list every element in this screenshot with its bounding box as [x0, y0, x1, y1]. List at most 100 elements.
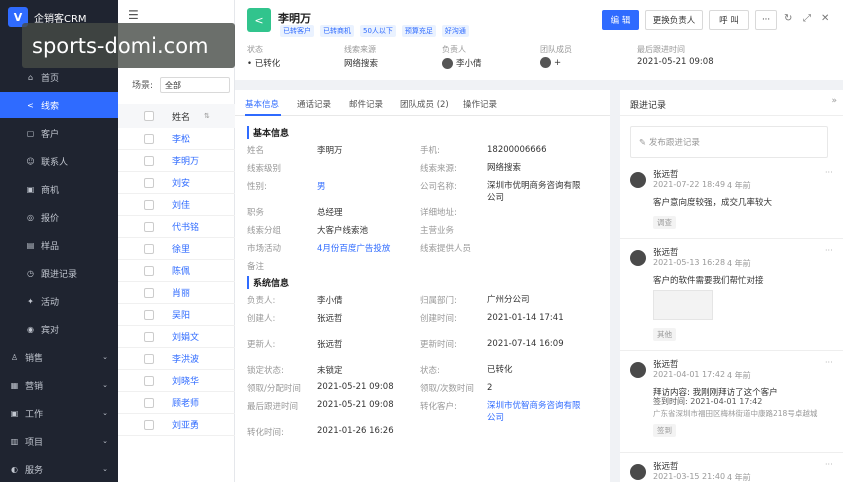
row-checkbox[interactable]	[144, 288, 154, 298]
select-all-checkbox[interactable]	[144, 111, 154, 121]
tab-email-records[interactable]: 邮件记录	[349, 98, 383, 110]
sidebar-item-opportunities[interactable]: ▣ 商机	[0, 176, 118, 202]
table-row[interactable]: 李洪波	[118, 348, 235, 370]
lead-name-link[interactable]: 李明万	[172, 154, 199, 167]
tab-basic-info[interactable]: 基本信息	[245, 98, 279, 110]
sidebar-item-label: 联系人	[41, 157, 69, 168]
field-label: 更新时间:	[420, 340, 457, 350]
lead-name-link[interactable]: 刘佳	[172, 198, 190, 211]
field-label: 最后跟进时间	[247, 402, 299, 412]
tab-operation-log[interactable]: 操作记录	[463, 98, 497, 110]
sidebar-group-projects[interactable]: ▥ 项目 ⌄	[0, 428, 118, 454]
lead-name-link[interactable]: 代书铭	[172, 220, 199, 233]
tab-call-records[interactable]: 通话记录	[297, 98, 331, 110]
row-checkbox[interactable]	[144, 310, 154, 320]
close-icon[interactable]: ✕	[821, 13, 829, 24]
sidebar-group-label: 工作	[25, 409, 44, 420]
table-row[interactable]: 顾老师	[118, 392, 235, 414]
post-followup-input[interactable]: ✎ 发布跟进记录	[630, 126, 828, 158]
lead-name-link[interactable]: 李洪波	[172, 352, 199, 365]
row-checkbox[interactable]	[144, 266, 154, 276]
row-checkbox[interactable]	[144, 178, 154, 188]
row-checkbox[interactable]	[144, 376, 154, 386]
summary-team[interactable]: +	[540, 57, 561, 68]
more-icon[interactable]: ···	[825, 460, 833, 469]
followup-tag: 其他	[653, 328, 676, 341]
table-row[interactable]: 李明万	[118, 150, 235, 172]
lead-name-link[interactable]: 李松	[172, 132, 190, 145]
table-row[interactable]: 刘佳	[118, 194, 235, 216]
sidebar-item-quotes[interactable]: ◎ 报价	[0, 204, 118, 230]
summary-owner[interactable]: 李小倩	[442, 57, 482, 69]
table-row[interactable]: 刘娟文	[118, 326, 235, 348]
row-checkbox[interactable]	[144, 244, 154, 254]
sidebar-item-activities[interactable]: ✦ 活动	[0, 288, 118, 314]
row-checkbox[interactable]	[144, 420, 154, 430]
refresh-icon[interactable]: ↻	[784, 13, 792, 24]
row-checkbox[interactable]	[144, 200, 154, 210]
more-icon[interactable]: ···	[825, 358, 833, 367]
table-row[interactable]: 陈佩	[118, 260, 235, 282]
followup-time: 2021-03-15 21:40	[653, 472, 726, 481]
tab-team-members[interactable]: 团队成员 (2)	[400, 98, 449, 110]
field-value: 李小倩	[317, 296, 343, 306]
lead-name-link[interactable]: 徐里	[172, 242, 190, 255]
followup-icon: ◷	[27, 268, 34, 278]
lead-name-link[interactable]: 肖丽	[172, 286, 190, 299]
name-column-header[interactable]: 姓名	[172, 110, 190, 123]
row-checkbox[interactable]	[144, 222, 154, 232]
tag: 50人以下	[360, 25, 396, 37]
sidebar-group-work[interactable]: ▣ 工作 ⌄	[0, 400, 118, 426]
more-icon[interactable]: ···	[825, 246, 833, 255]
scene-select[interactable]: 全部	[160, 77, 230, 93]
table-row[interactable]: 刘亚勇	[118, 414, 235, 436]
field-label: 职务	[247, 208, 265, 218]
lead-name-link[interactable]: 刘娟文	[172, 330, 199, 343]
table-row[interactable]: 代书铭	[118, 216, 235, 238]
sidebar-group-sales[interactable]: ♙ 销售 ⌄	[0, 344, 118, 370]
sidebar-item-contacts[interactable]: ☺ 联系人	[0, 148, 118, 174]
row-checkbox[interactable]	[144, 156, 154, 166]
sidebar-item-leads[interactable]: < 线索	[0, 92, 118, 118]
collapse-icon[interactable]: »	[831, 96, 837, 106]
followup-tag: 签到	[653, 424, 676, 437]
avatar	[630, 464, 646, 480]
sidebar-item-compare[interactable]: ◉ 宾对	[0, 316, 118, 342]
table-row[interactable]: 吴阳	[118, 304, 235, 326]
lead-name-link[interactable]: 刘晓华	[172, 374, 199, 387]
row-checkbox[interactable]	[144, 332, 154, 342]
followup-tag: 调查	[653, 216, 676, 229]
row-checkbox[interactable]	[144, 398, 154, 408]
expand-icon[interactable]: ⤢	[803, 13, 811, 24]
call-button[interactable]: 呼 叫	[709, 10, 749, 30]
table-row[interactable]: 肖丽	[118, 282, 235, 304]
sidebar-group-marketing[interactable]: ▦ 营销 ⌄	[0, 372, 118, 398]
field-label: 姓名	[247, 146, 265, 156]
lead-name-link[interactable]: 顾老师	[172, 396, 199, 409]
sidebar-group-service[interactable]: ◐ 服务 ⌄	[0, 456, 118, 482]
table-row[interactable]: 李松	[118, 128, 235, 150]
lead-name-link[interactable]: 陈佩	[172, 264, 190, 277]
lead-name-link[interactable]: 吴阳	[172, 308, 190, 321]
row-checkbox[interactable]	[144, 354, 154, 364]
menu-toggle-icon[interactable]: ☰	[128, 8, 139, 22]
lead-name-link[interactable]: 刘安	[172, 176, 190, 189]
table-row[interactable]: 徐里	[118, 238, 235, 260]
share-icon: <	[27, 100, 34, 110]
add-member-icon[interactable]: +	[554, 58, 561, 68]
sidebar-item-customers[interactable]: ▢ 客户	[0, 120, 118, 146]
attachment-thumbnail[interactable]	[653, 290, 713, 320]
change-owner-button[interactable]: 更换负责人	[645, 10, 703, 30]
divider	[620, 452, 843, 453]
more-button[interactable]: ···	[755, 10, 777, 30]
more-icon[interactable]: ···	[825, 168, 833, 177]
sidebar-item-followups[interactable]: ◷ 跟进记录	[0, 260, 118, 286]
field-label: 创建人:	[247, 314, 276, 324]
table-row[interactable]: 刘晓华	[118, 370, 235, 392]
edit-button[interactable]: 编 辑	[602, 10, 639, 30]
sidebar-item-samples[interactable]: ▤ 样品	[0, 232, 118, 258]
lead-name-link[interactable]: 刘亚勇	[172, 418, 199, 431]
sort-icon[interactable]: ⇅	[204, 112, 210, 120]
table-row[interactable]: 刘安	[118, 172, 235, 194]
row-checkbox[interactable]	[144, 134, 154, 144]
